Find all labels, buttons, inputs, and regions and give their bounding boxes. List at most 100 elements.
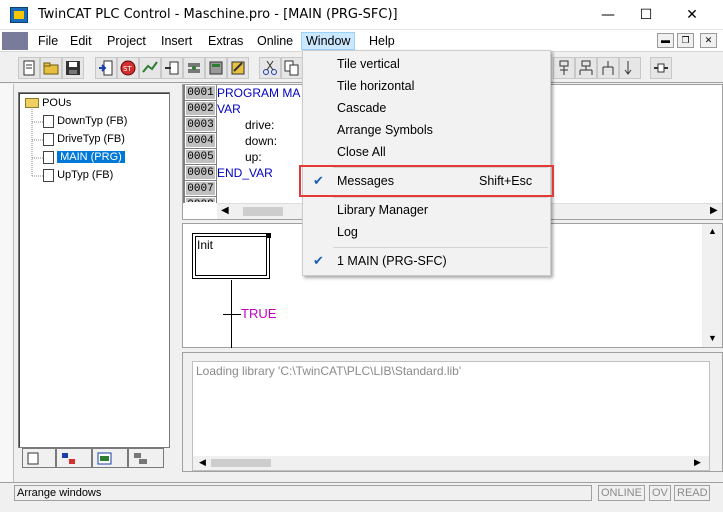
twincat-app-icon[interactable] xyxy=(10,7,28,23)
close-button[interactable]: ✕ xyxy=(669,0,715,30)
status-bar: Arrange windows ONLINE OV READ xyxy=(0,482,723,512)
tab-resources[interactable] xyxy=(128,448,164,468)
tree-item-label: UpTyp (FB) xyxy=(57,169,114,181)
menu-item-label: Cascade xyxy=(337,101,387,115)
tree-item-downtyp[interactable]: DownTyp (FB) xyxy=(43,113,127,130)
sfc-vertical-scrollbar[interactable]: ▲ ▼ xyxy=(702,224,722,347)
code-line: up: xyxy=(245,150,262,164)
menu-file[interactable]: File xyxy=(34,32,62,50)
menu-extras[interactable]: Extras xyxy=(204,32,247,50)
menu-window[interactable]: Window xyxy=(301,32,356,50)
code-line: VAR xyxy=(217,102,241,116)
status-online: ONLINE xyxy=(598,485,645,501)
mdi-minimize-button[interactable]: ▬ xyxy=(657,33,674,48)
title-bar: TwinCAT PLC Control - Maschine.pro - [MA… xyxy=(0,0,723,30)
scroll-down-arrow-icon[interactable]: ▼ xyxy=(708,333,717,343)
menu-insert[interactable]: Insert xyxy=(157,32,196,50)
breakpoint-dialog-icon[interactable] xyxy=(205,57,227,79)
menu-item-log[interactable]: Log xyxy=(305,221,549,243)
login-icon[interactable] xyxy=(95,57,117,79)
open-folder-icon[interactable] xyxy=(40,57,62,79)
menu-item-label: Tile horizontal xyxy=(337,79,415,93)
copy-icon[interactable] xyxy=(281,57,303,79)
step-in-icon[interactable] xyxy=(161,57,183,79)
sfc-jump-icon[interactable] xyxy=(619,57,641,79)
tab-visualizations[interactable] xyxy=(92,448,128,468)
checkmark-icon: ✔ xyxy=(313,253,324,268)
tree-lines xyxy=(31,107,44,177)
maximize-button[interactable]: ☐ xyxy=(623,0,669,30)
scroll-right-arrow-icon[interactable]: ▶ xyxy=(710,205,718,216)
tree-item-label: DriveTyp (FB) xyxy=(57,133,125,145)
save-icon[interactable] xyxy=(62,57,84,79)
pou-tree[interactable]: POUs DownTyp (FB) DriveTyp (FB) MAIN (PR… xyxy=(18,92,170,448)
line-number: 0008 xyxy=(185,197,216,203)
pou-panel: POUs DownTyp (FB) DriveTyp (FB) MAIN (PR… xyxy=(14,84,180,472)
messages-list[interactable]: Loading library 'C:\TwinCAT\PLC\LIB\Stan… xyxy=(192,361,710,471)
message-line: Loading library 'C:\TwinCAT\PLC\LIB\Stan… xyxy=(196,364,462,378)
menu-item-library-manager[interactable]: Library Manager xyxy=(305,199,549,221)
sfc-step-label: Init xyxy=(197,238,214,252)
menu-separator xyxy=(333,197,548,198)
sfc-transition-bar[interactable] xyxy=(223,314,241,315)
messages-horizontal-scrollbar[interactable]: ◀ ▶ xyxy=(193,456,709,470)
tree-root-label: POUs xyxy=(42,97,72,109)
line-number-gutter: 0001 0002 0003 0004 0005 0006 0007 0008 xyxy=(183,85,217,203)
mdi-close-button[interactable]: ✕ xyxy=(700,33,717,48)
code-line: PROGRAM MA xyxy=(217,86,301,100)
window-menu-dropdown: Tile vertical Tile horizontal Cascade Ar… xyxy=(302,50,551,276)
sfc-init-step[interactable]: Init xyxy=(192,233,270,279)
menu-separator xyxy=(333,247,548,248)
sfc-transition-label[interactable]: TRUE xyxy=(241,306,276,321)
mdi-restore-button[interactable]: ❐ xyxy=(677,33,694,48)
sfc-label-icon[interactable] xyxy=(650,57,672,79)
scroll-left-arrow-icon[interactable]: ◀ xyxy=(199,457,206,468)
line-number: 0001 xyxy=(185,85,216,100)
scroll-up-arrow-icon[interactable]: ▲ xyxy=(708,226,717,236)
code-line: END_VAR xyxy=(217,166,273,180)
tree-item-label: MAIN (PRG) xyxy=(57,151,125,163)
highlight-box xyxy=(299,165,554,197)
menu-item-tile-horizontal[interactable]: Tile horizontal xyxy=(305,75,549,97)
tree-item-label: DownTyp (FB) xyxy=(57,115,128,127)
menu-online[interactable]: Online xyxy=(253,32,297,50)
menu-item-cascade[interactable]: Cascade xyxy=(305,97,549,119)
menu-item-tile-vertical[interactable]: Tile vertical xyxy=(305,53,549,75)
tree-item-main[interactable]: MAIN (PRG) xyxy=(43,149,125,166)
cut-icon[interactable] xyxy=(259,57,281,79)
background-window-strip xyxy=(0,84,14,512)
menu-bar: File Edit Project Insert Extras Online W… xyxy=(0,30,723,51)
tree-item-drivetyp[interactable]: DriveTyp (FB) xyxy=(43,131,125,148)
run-icon[interactable] xyxy=(139,57,161,79)
app-window: TwinCAT PLC Control - Maschine.pro - [MA… xyxy=(0,0,723,512)
menu-item-label: Library Manager xyxy=(337,203,429,217)
write-values-icon[interactable] xyxy=(227,57,249,79)
menu-item-main-window[interactable]: ✔ 1 MAIN (PRG-SFC) xyxy=(305,250,549,272)
line-number: 0006 xyxy=(185,165,216,180)
sfc-parallel-branch-icon[interactable] xyxy=(597,57,619,79)
menu-edit[interactable]: Edit xyxy=(66,32,96,50)
status-text: Arrange windows xyxy=(14,485,592,501)
stop-icon[interactable]: ST xyxy=(117,57,139,79)
sfc-alternative-branch-icon[interactable] xyxy=(575,57,597,79)
menu-item-arrange-symbols[interactable]: Arrange Symbols xyxy=(305,119,549,141)
status-overwrite: OV xyxy=(649,485,671,501)
menu-project[interactable]: Project xyxy=(103,32,150,50)
line-number: 0003 xyxy=(185,117,216,132)
menu-help[interactable]: Help xyxy=(365,32,399,50)
breakpoint-icon[interactable] xyxy=(183,57,205,79)
scroll-thumb[interactable] xyxy=(243,207,283,216)
mdi-child-icon[interactable] xyxy=(2,32,28,50)
new-file-icon[interactable] xyxy=(18,57,40,79)
tab-datatypes[interactable] xyxy=(56,448,92,468)
scroll-right-arrow-icon[interactable]: ▶ xyxy=(694,457,701,468)
sfc-step-transition-icon[interactable] xyxy=(553,57,575,79)
menu-item-close-all[interactable]: Close All xyxy=(305,141,549,163)
tree-item-uptyp[interactable]: UpTyp (FB) xyxy=(43,167,113,184)
line-number: 0005 xyxy=(185,149,216,164)
tab-pous[interactable] xyxy=(22,448,56,468)
menu-item-label: Tile vertical xyxy=(337,57,400,71)
scroll-left-arrow-icon[interactable]: ◀ xyxy=(221,205,229,216)
scroll-thumb[interactable] xyxy=(211,459,271,467)
code-line: down: xyxy=(245,134,278,148)
